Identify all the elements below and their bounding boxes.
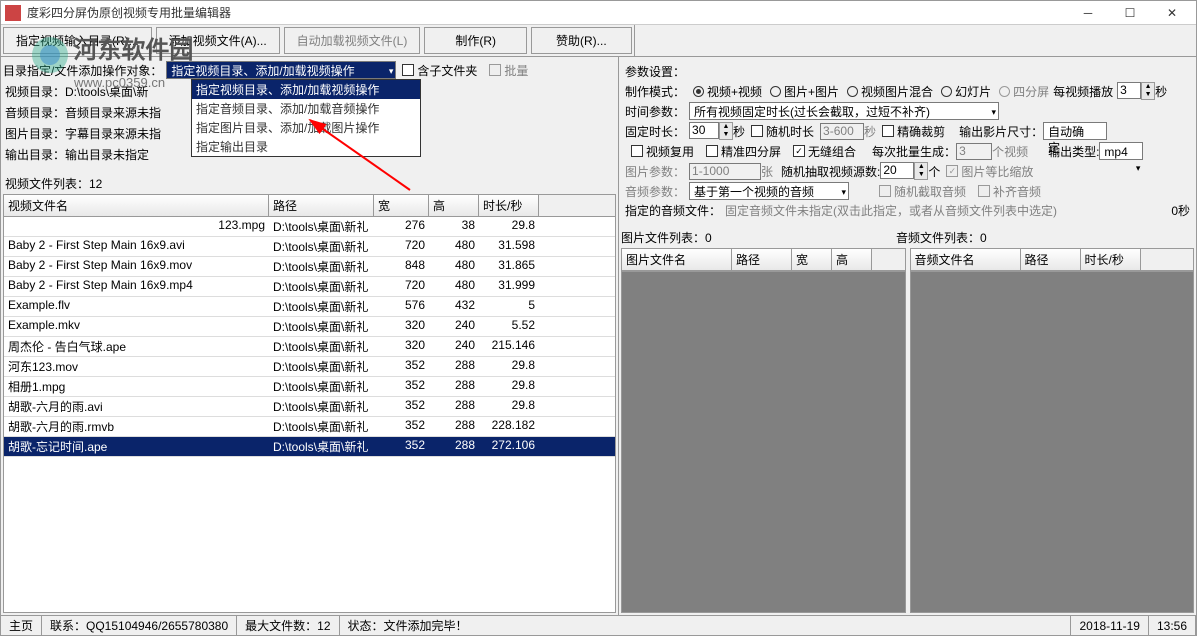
set-video-dir-button[interactable]: 指定视频输入目录(R)... <box>3 27 152 54</box>
sponsor-button[interactable]: 赞助(R)... <box>531 27 632 54</box>
random-dur-checkbox[interactable]: 随机时长 <box>751 123 814 140</box>
toolbar: 指定视频输入目录(R)... 添加视频文件(A)... 自动加载视频文件(L) … <box>1 25 1196 57</box>
minimize-button[interactable]: ─ <box>1068 3 1108 23</box>
spinner-down-icon[interactable]: ▼ <box>1142 91 1154 99</box>
video-grid-header: 视频文件名 路径 宽 高 时长/秒 <box>3 194 616 217</box>
pic-grid-header: 图片文件名 路径 宽 高 <box>621 248 906 271</box>
precise-cut-checkbox[interactable]: 精确裁剪 <box>882 123 945 140</box>
table-row[interactable]: 相册1.mpgD:\tools\桌面\新礼35228829.8 <box>4 377 615 397</box>
mode-slide[interactable]: 幻灯片 <box>941 83 991 100</box>
rand-pick-input[interactable]: 20 <box>880 162 914 179</box>
dd-item-video[interactable]: 指定视频目录、添加/加载视频操作 <box>192 80 420 99</box>
batch-gen-label: 每次批量生成： <box>872 143 956 160</box>
video-list-count: 视频文件列表：12 <box>3 174 616 193</box>
audio-combo[interactable]: 基于第一个视频的音频 <box>689 182 849 200</box>
status-maxfiles: 最大文件数：12 <box>237 616 339 635</box>
table-row[interactable]: 胡歌-六月的雨.rmvbD:\tools\桌面\新礼352288228.182 <box>4 417 615 437</box>
statusbar: 主页 联系：QQ15104946/2655780380 最大文件数：12 状态：… <box>1 615 1196 635</box>
batch-gen-input: 3 <box>956 143 992 160</box>
pic-grid-body[interactable] <box>621 271 906 613</box>
time-label: 时间参数： <box>625 103 685 120</box>
status-contact: 联系：QQ15104946/2655780380 <box>42 616 237 635</box>
table-row[interactable]: Example.mkvD:\tools\桌面\新礼3202405.52 <box>4 317 615 337</box>
fixed-dur-input[interactable]: 30 <box>689 122 719 139</box>
header-width[interactable]: 宽 <box>374 195 429 216</box>
audio-grid-body[interactable] <box>910 271 1195 613</box>
batch-checkbox[interactable]: 批量 <box>489 62 528 79</box>
include-subfolder-checkbox[interactable]: 含子文件夹 <box>402 62 477 79</box>
dd-item-out[interactable]: 指定输出目录 <box>192 137 420 156</box>
make-button[interactable]: 制作(R) <box>424 27 527 54</box>
dd-item-audio[interactable]: 指定音频目录、添加/加载音频操作 <box>192 99 420 118</box>
zero-sec: 0秒 <box>1171 202 1190 219</box>
audio-param-label: 音频参数： <box>625 183 685 200</box>
mode-quad: 四分屏 <box>999 83 1049 100</box>
titlebar: 度彩四分屏伪原创视频专用批量编辑器 ─ ☐ ✕ <box>1 1 1196 25</box>
scale-pic-checkbox: ✓图片等比缩放 <box>946 163 1033 180</box>
video-grid-body[interactable]: 123.mpgD:\tools\桌面\新礼2763829.8Baby 2 - F… <box>3 217 616 613</box>
status-time: 13:56 <box>1149 616 1196 635</box>
rand-pick-label: 随机抽取视频源数: <box>781 163 880 180</box>
pic-param-input: 1-1000 <box>689 163 761 180</box>
precise-quad-checkbox[interactable]: 精准四分屏 <box>706 143 781 160</box>
out-size-combo[interactable]: 自动确定 <box>1043 122 1107 140</box>
target-combo-label: 目录指定/文件添加操作对象： <box>3 62 162 79</box>
header-duration[interactable]: 时长/秒 <box>479 195 539 216</box>
param-title: 参数设置： <box>625 63 1190 80</box>
table-row[interactable]: 胡歌-忘记时间.apeD:\tools\桌面\新礼352288272.106 <box>4 437 615 457</box>
table-row[interactable]: Baby 2 - First Step Main 16x9.aviD:\tool… <box>4 237 615 257</box>
audio-file-label: 指定的音频文件： <box>625 202 721 219</box>
table-row[interactable]: 123.mpgD:\tools\桌面\新礼2763829.8 <box>4 217 615 237</box>
maximize-button[interactable]: ☐ <box>1110 3 1150 23</box>
status-date: 2018-11-19 <box>1071 616 1149 635</box>
fixed-dur-label: 固定时长： <box>625 123 685 140</box>
close-button[interactable]: ✕ <box>1152 3 1192 23</box>
status-main[interactable]: 主页 <box>1 616 42 635</box>
target-combo[interactable]: 指定视频目录、添加/加载视频操作 <box>166 61 396 79</box>
table-row[interactable]: Baby 2 - First Step Main 16x9.mp4D:\tool… <box>4 277 615 297</box>
out-size-label: 输出影片尺寸： <box>959 123 1043 140</box>
mode-pic-pic[interactable]: 图片+图片 <box>770 83 839 100</box>
header-height[interactable]: 高 <box>429 195 479 216</box>
mode-label: 制作模式： <box>625 83 685 100</box>
audio-grid-header: 音频文件名 路径 时长/秒 <box>910 248 1195 271</box>
random-dur-input: 3-600 <box>820 123 864 140</box>
table-row[interactable]: Example.flvD:\tools\桌面\新礼5764325 <box>4 297 615 317</box>
mode-video-pic[interactable]: 视频图片混合 <box>847 83 933 100</box>
add-video-file-button[interactable]: 添加视频文件(A)... <box>156 27 280 54</box>
app-icon <box>5 5 21 21</box>
out-type-combo[interactable]: mp4 <box>1099 142 1143 160</box>
audio-list-count: 音频文件列表：0 <box>896 229 987 246</box>
fill-audio-checkbox: 补齐音频 <box>978 183 1041 200</box>
table-row[interactable]: 周杰伦 - 告白气球.apeD:\tools\桌面\新礼320240215.14… <box>4 337 615 357</box>
target-dropdown[interactable]: 指定视频目录、添加/加载视频操作 指定音频目录、添加/加载音频操作 指定图片目录… <box>191 79 421 157</box>
window-title: 度彩四分屏伪原创视频专用批量编辑器 <box>27 4 1068 21</box>
auto-load-button[interactable]: 自动加载视频文件(L) <box>284 27 421 54</box>
per-play-input[interactable]: 3 <box>1117 82 1141 99</box>
header-path[interactable]: 路径 <box>269 195 374 216</box>
dd-item-pic[interactable]: 指定图片目录、添加/加载图片操作 <box>192 118 420 137</box>
status-state: 状态：文件添加完毕！ <box>340 616 1072 635</box>
per-play-label: 每视频播放 <box>1053 83 1113 100</box>
reuse-checkbox[interactable]: 视频复用 <box>631 143 694 160</box>
mode-video-video[interactable]: 视频+视频 <box>693 83 762 100</box>
table-row[interactable]: 胡歌-六月的雨.aviD:\tools\桌面\新礼35228829.8 <box>4 397 615 417</box>
audio-file-value[interactable]: 固定音频文件未指定(双击此指定，或者从音频文件列表中选定) <box>725 202 1057 219</box>
table-row[interactable]: 河东123.movD:\tools\桌面\新礼35228829.8 <box>4 357 615 377</box>
table-row[interactable]: Baby 2 - First Step Main 16x9.movD:\tool… <box>4 257 615 277</box>
spinner-up-icon[interactable]: ▲ <box>1142 83 1154 91</box>
time-combo[interactable]: 所有视频固定时长(过长会截取，过短不补齐) <box>689 102 999 120</box>
pic-param-label: 图片参数： <box>625 163 685 180</box>
seamless-checkbox[interactable]: ✓无缝组合 <box>793 143 856 160</box>
header-filename[interactable]: 视频文件名 <box>4 195 269 216</box>
pic-list-count: 图片文件列表：0 <box>621 229 896 246</box>
rand-audio-checkbox: 随机截取音频 <box>879 183 966 200</box>
